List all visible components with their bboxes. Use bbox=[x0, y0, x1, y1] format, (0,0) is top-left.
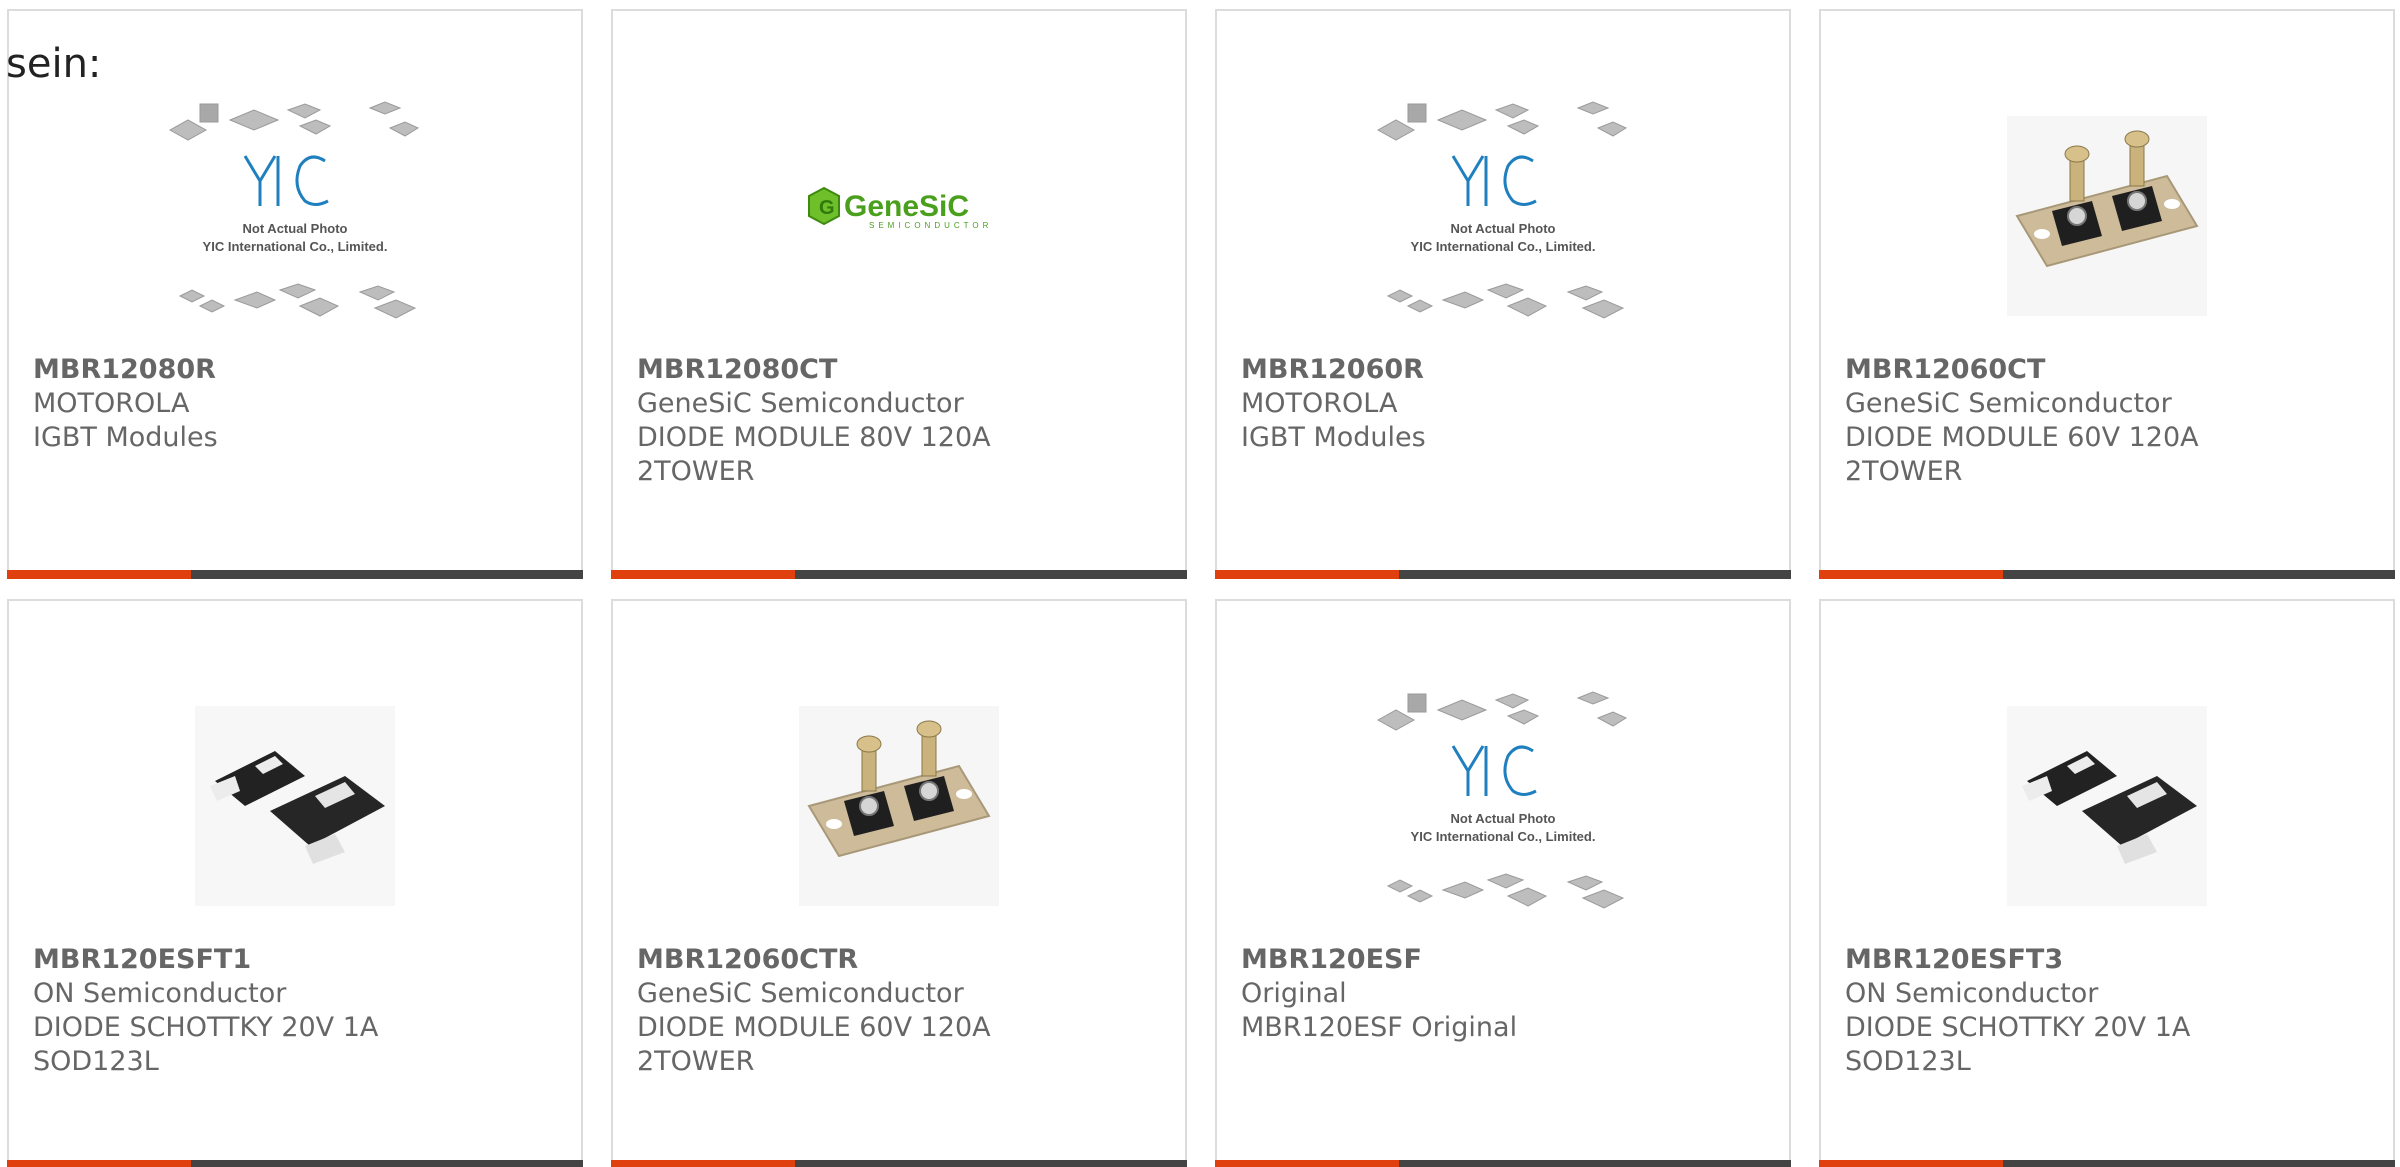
manufacturer: GeneSiC Semiconductor bbox=[637, 388, 964, 419]
card-accent-bar bbox=[611, 570, 1187, 579]
part-number[interactable]: MBR120ESFT3 bbox=[1845, 943, 2369, 977]
description: DIODE MODULE 60V 120A 2TOWER bbox=[637, 1012, 991, 1077]
yic-placeholder-image: Not Actual Photo YIC International Co., … bbox=[1376, 101, 1628, 319]
svg-text:Not Actual Photo: Not Actual Photo bbox=[1451, 811, 1556, 826]
diode-module-photo bbox=[2007, 116, 2207, 316]
svg-text:Not Actual Photo: Not Actual Photo bbox=[243, 221, 348, 236]
svg-text:GeneSiC: GeneSiC bbox=[844, 190, 969, 223]
part-number[interactable]: MBR120ESFT1 bbox=[33, 943, 557, 977]
manufacturer: MOTOROLA bbox=[33, 388, 190, 419]
description: DIODE MODULE 80V 120A 2TOWER bbox=[637, 422, 991, 487]
yic-placeholder-image: Not Actual Photo YIC International Co., … bbox=[1376, 691, 1628, 909]
svg-text:YIC International Co., Limited: YIC International Co., Limited. bbox=[1411, 829, 1596, 844]
svg-text:G: G bbox=[819, 197, 835, 219]
part-number[interactable]: MBR12060CT bbox=[1845, 353, 2369, 387]
sod123-photo bbox=[195, 706, 395, 906]
product-image: Not Actual Photo YIC International Co., … bbox=[1217, 671, 1789, 941]
svg-text:YIC International Co., Limited: YIC International Co., Limited. bbox=[203, 239, 388, 254]
manufacturer: ON Semiconductor bbox=[33, 978, 287, 1009]
product-image: Not Actual Photo YIC International Co., … bbox=[9, 81, 581, 351]
card-accent-bar bbox=[611, 1160, 1187, 1167]
part-number[interactable]: MBR12080R bbox=[33, 353, 557, 387]
manufacturer: MOTOROLA bbox=[1241, 388, 1398, 419]
manufacturer: GeneSiC Semiconductor bbox=[1845, 388, 2172, 419]
sod123-photo bbox=[2007, 706, 2207, 906]
product-image bbox=[9, 671, 581, 941]
svg-text:YIC International Co., Limited: YIC International Co., Limited. bbox=[1411, 239, 1596, 254]
card-accent-bar bbox=[1819, 1160, 2395, 1167]
svg-text:SEMICONDUCTOR: SEMICONDUCTOR bbox=[869, 221, 992, 230]
card-accent-bar bbox=[7, 570, 583, 579]
genesic-logo-image: G GeneSiC SEMICONDUCTOR bbox=[808, 186, 992, 230]
manufacturer: GeneSiC Semiconductor bbox=[637, 978, 964, 1009]
product-image: G GeneSiC SEMICONDUCTOR bbox=[613, 81, 1185, 351]
diode-module-photo bbox=[799, 706, 999, 906]
yic-placeholder-image: Not Actual Photo YIC International Co., … bbox=[168, 101, 420, 319]
description: IGBT Modules bbox=[33, 422, 218, 453]
product-image bbox=[1821, 671, 2393, 941]
product-card[interactable]: MBR120ESFT3 ON Semiconductor DIODE SCHOT… bbox=[1819, 599, 2395, 1167]
card-accent-bar bbox=[1215, 1160, 1791, 1167]
description: DIODE MODULE 60V 120A 2TOWER bbox=[1845, 422, 2199, 487]
product-image: Not Actual Photo YIC International Co., … bbox=[1217, 81, 1789, 351]
svg-text:Not Actual Photo: Not Actual Photo bbox=[1451, 221, 1556, 236]
description: MBR120ESF Original bbox=[1241, 1012, 1518, 1043]
part-number[interactable]: MBR12060R bbox=[1241, 353, 1765, 387]
product-card[interactable]: Not Actual Photo YIC International Co., … bbox=[1215, 9, 1791, 579]
card-accent-bar bbox=[1819, 570, 2395, 579]
manufacturer: ON Semiconductor bbox=[1845, 978, 2099, 1009]
product-card[interactable]: MBR12060CT GeneSiC Semiconductor DIODE M… bbox=[1819, 9, 2395, 579]
product-card[interactable]: MBR120ESFT1 ON Semiconductor DIODE SCHOT… bbox=[7, 599, 583, 1167]
product-card[interactable]: MBR12060CTR GeneSiC Semiconductor DIODE … bbox=[611, 599, 1187, 1167]
product-card[interactable]: Not Actual Photo YIC International Co., … bbox=[1215, 599, 1791, 1167]
product-card[interactable]: Not Actual Photo YIC International Co., … bbox=[7, 9, 583, 579]
part-number[interactable]: MBR12080CT bbox=[637, 353, 1161, 387]
card-accent-bar bbox=[1215, 570, 1791, 579]
intro-text: sein: bbox=[6, 41, 102, 87]
product-grid: Not Actual Photo YIC International Co., … bbox=[0, 0, 2400, 1167]
description: IGBT Modules bbox=[1241, 422, 1426, 453]
product-image bbox=[613, 671, 1185, 941]
product-card[interactable]: G GeneSiC SEMICONDUCTOR MBR12080CT GeneS… bbox=[611, 9, 1187, 579]
description: DIODE SCHOTTKY 20V 1A SOD123L bbox=[33, 1012, 379, 1077]
description: DIODE SCHOTTKY 20V 1A SOD123L bbox=[1845, 1012, 2191, 1077]
part-number[interactable]: MBR12060CTR bbox=[637, 943, 1161, 977]
manufacturer: Original bbox=[1241, 978, 1347, 1009]
part-number[interactable]: MBR120ESF bbox=[1241, 943, 1765, 977]
card-accent-bar bbox=[7, 1160, 583, 1167]
product-image bbox=[1821, 81, 2393, 351]
